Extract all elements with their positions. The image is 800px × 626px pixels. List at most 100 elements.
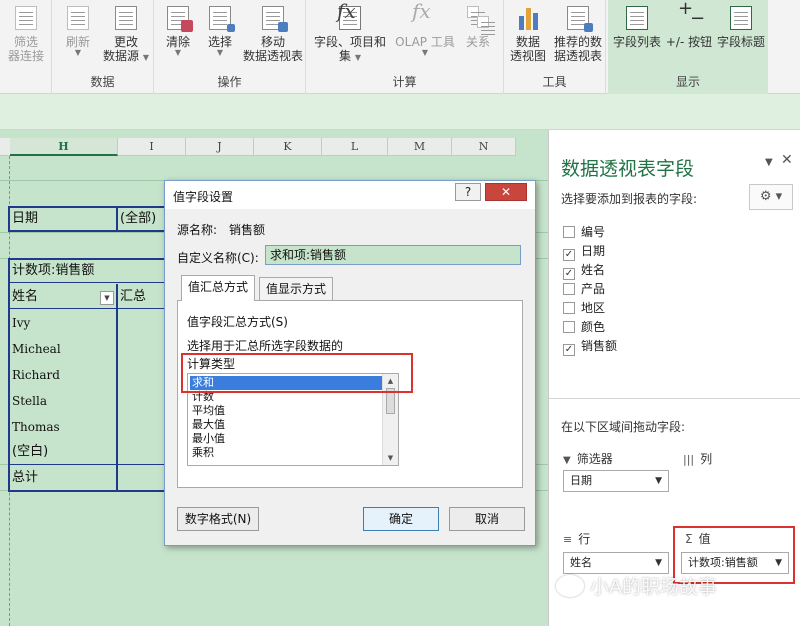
section-title: 值字段汇总方式(S) — [187, 315, 288, 329]
custom-name-input[interactable]: 求和项:销售额 — [265, 245, 521, 265]
relationships-button[interactable]: 关系 — [456, 4, 500, 70]
change-data-source-button[interactable]: 更改 数据源 ▼ — [100, 4, 152, 70]
source-name-label: 源名称: — [177, 223, 218, 237]
clear-button[interactable]: 清除 ▼ — [158, 4, 198, 70]
ribbon: 筛选 器连接 刷新 ▼ 更改 数据源 ▼ 数据 清除 ▼ 选择 ▼ 移动 数据透… — [0, 0, 800, 94]
ribbon-group-calc: fx 字段、项目和 集 ▼ fx OLAP 工具 ▼ 关系 计算 — [306, 0, 504, 94]
row-filter-dropdown-icon[interactable]: ▼ — [100, 291, 114, 305]
filters-area-title: ▼ 筛选器 — [563, 452, 613, 466]
pivot-filter-label[interactable]: 日期 — [12, 207, 38, 231]
select-icon — [205, 4, 235, 32]
checkbox-checked[interactable]: ✓ — [563, 268, 575, 280]
close-icon[interactable]: ✕ — [781, 152, 793, 168]
column-header-n[interactable]: N — [452, 138, 516, 156]
scroll-down-icon[interactable]: ▼ — [383, 451, 398, 465]
tab-summarize-by[interactable]: 值汇总方式 — [181, 275, 256, 301]
list-item[interactable]: 最小值 — [190, 432, 382, 446]
column-header-l[interactable]: L — [322, 138, 388, 156]
field-item[interactable]: 编号 — [563, 224, 605, 242]
columns-icon: ||| — [683, 453, 695, 466]
ok-button[interactable]: 确定 — [363, 507, 439, 531]
recommended-pivot-icon — [563, 4, 593, 32]
change-source-icon — [111, 4, 141, 32]
checkbox-checked[interactable]: ✓ — [563, 344, 575, 356]
recommended-pivot-button[interactable]: 推荐的数 据透视表 — [550, 4, 606, 70]
drag-hint: 在以下区域间拖动字段: — [561, 420, 686, 434]
pivot-value-header[interactable]: 计数项:销售额 — [12, 259, 94, 283]
select-button[interactable]: 选择 ▼ — [200, 4, 240, 70]
field-item[interactable]: 产品 — [563, 281, 605, 299]
fields-items-sets-button[interactable]: fx 字段、项目和 集 ▼ — [310, 1, 390, 70]
field-headers-button[interactable]: 字段标题 — [714, 4, 768, 70]
plus-minus-buttons-button[interactable]: + − +/- 按钮 — [664, 0, 714, 70]
ribbon-group-actions: 清除 ▼ 选择 ▼ 移动 数据透视表 操作 — [154, 0, 306, 94]
checkbox[interactable] — [563, 226, 575, 238]
column-header-j[interactable]: J — [186, 138, 254, 156]
pane-subtitle: 选择要添加到报表的字段: — [561, 192, 698, 206]
cancel-button[interactable]: 取消 — [449, 507, 525, 531]
relationships-icon — [463, 4, 495, 32]
pane-options-dropdown-icon[interactable]: ▼ — [765, 157, 773, 168]
column-header-i[interactable]: I — [118, 138, 186, 156]
plus-minus-icon: + − — [678, 0, 706, 29]
dropdown-arrow-icon: ▼ — [74, 48, 82, 57]
value-field-settings-dialog: 值字段设置 ? ✕ 源名称: 销售额 自定义名称(C): 求和项:销售额 值汇总… — [164, 180, 536, 546]
field-list-button[interactable]: 字段列表 — [610, 4, 664, 70]
dialog-titlebar[interactable]: 值字段设置 ? ✕ — [165, 181, 535, 209]
dialog-close-button[interactable]: ✕ — [485, 183, 527, 201]
ribbon-group-show: 字段列表 + − +/- 按钮 字段标题 显示 — [608, 0, 768, 94]
field-list-icon — [622, 4, 652, 32]
pivot-chart-button[interactable]: 数据 透视图 — [506, 4, 550, 70]
pivot-row-item[interactable]: Stella — [12, 389, 47, 413]
field-item[interactable]: ✓ 销售额 — [563, 338, 617, 356]
rows-area-field[interactable]: 姓名 ▼ — [563, 552, 669, 574]
clear-icon — [163, 4, 193, 32]
pivot-filter-value[interactable]: (全部) — [120, 207, 156, 231]
highlight-box-calc-type — [181, 353, 413, 393]
pivot-row-item[interactable]: Thomas — [12, 415, 60, 439]
tab-show-values-as[interactable]: 值显示方式 — [259, 277, 334, 301]
pivot-row-item[interactable]: Richard — [12, 363, 60, 387]
source-name-value: 销售额 — [229, 223, 266, 237]
gear-icon[interactable]: ⚙ ▾ — [749, 184, 793, 210]
pivot-row-item[interactable]: Ivy — [12, 311, 30, 335]
dropdown-arrow-icon: ▼ — [655, 476, 662, 486]
field-item[interactable]: 地区 — [563, 300, 605, 318]
field-item[interactable]: ✓ 日期 — [563, 243, 605, 261]
section-description: 选择用于汇总所选字段数据的 — [187, 339, 344, 353]
column-header-m[interactable]: M — [388, 138, 452, 156]
field-headers-icon — [726, 4, 756, 32]
wechat-icon — [556, 575, 584, 597]
pivot-row-item[interactable]: Micheal — [12, 337, 61, 361]
number-format-button[interactable]: 数字格式(N) — [177, 507, 259, 531]
pivot-sum-header[interactable]: 汇总 — [120, 285, 146, 309]
column-header-h[interactable]: H — [10, 138, 118, 156]
checkbox[interactable] — [563, 321, 575, 333]
filters-area-field[interactable]: 日期 ▼ — [563, 470, 669, 492]
list-item[interactable]: 平均值 — [190, 404, 382, 418]
ribbon-group-tools: 数据 透视图 推荐的数 据透视表 工具 — [504, 0, 606, 94]
list-item[interactable]: 最大值 — [190, 418, 382, 432]
help-button[interactable]: ? — [455, 183, 481, 201]
checkbox[interactable] — [563, 302, 575, 314]
list-item[interactable]: 乘积 — [190, 446, 382, 460]
custom-name-label: 自定义名称(C): — [177, 251, 259, 265]
pivot-row-item[interactable]: (空白) — [12, 440, 48, 464]
checkbox-checked[interactable]: ✓ — [563, 249, 575, 261]
rows-icon: ≡ — [563, 533, 573, 546]
field-item[interactable]: 颜色 — [563, 319, 605, 337]
pivot-grand-total[interactable]: 总计 — [12, 466, 38, 490]
dialog-title: 值字段设置 — [173, 190, 234, 204]
filter-icon: ▼ — [563, 455, 571, 466]
filter-connections-button[interactable]: 筛选 器连接 — [2, 4, 50, 70]
olap-icon: fx — [412, 0, 431, 23]
olap-tools-button[interactable]: fx OLAP 工具 ▼ — [394, 0, 456, 70]
pivot-row-header[interactable]: 姓名 — [12, 285, 38, 309]
column-header-k[interactable]: K — [254, 138, 322, 156]
refresh-button[interactable]: 刷新 ▼ — [56, 4, 100, 70]
field-item[interactable]: ✓ 姓名 — [563, 262, 605, 280]
select-all-corner[interactable] — [0, 138, 10, 156]
ribbon-group-filter: 筛选 器连接 — [0, 0, 52, 94]
checkbox[interactable] — [563, 283, 575, 295]
move-pivot-button[interactable]: 移动 数据透视表 — [242, 4, 304, 70]
